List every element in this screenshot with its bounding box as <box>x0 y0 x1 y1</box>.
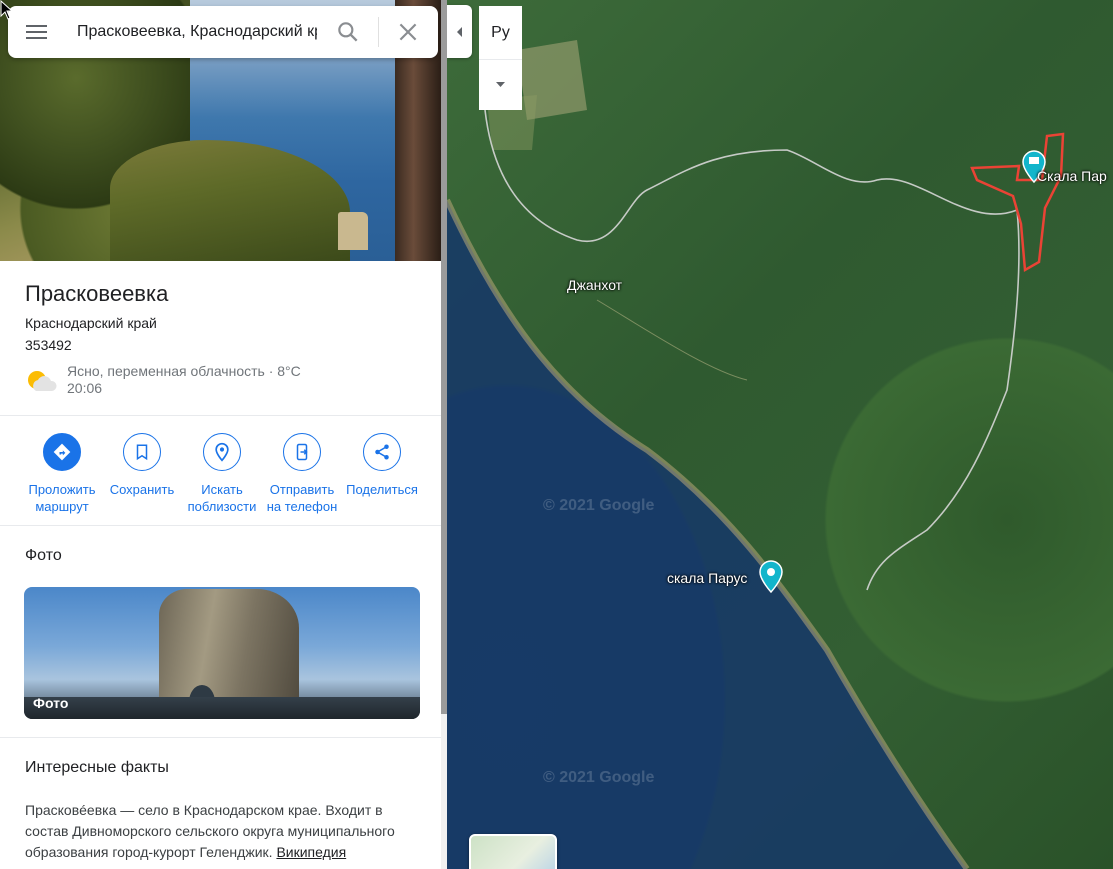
photos-title: Фото <box>25 547 62 564</box>
divider <box>0 525 441 526</box>
language-button[interactable]: Ру <box>479 6 522 59</box>
weather-condition: Ясно, переменная облачность · 8°C <box>67 363 301 379</box>
search-icon[interactable] <box>335 19 361 45</box>
map-label-poi[interactable]: скала Парус <box>667 570 747 586</box>
menu-icon[interactable] <box>25 21 49 43</box>
search-box <box>8 6 438 58</box>
weather-time: 20:06 <box>67 380 103 396</box>
layers-minimap[interactable] <box>469 834 557 869</box>
map-label-poi-2[interactable]: Скала Пар <box>1037 168 1107 184</box>
search-divider <box>378 17 379 47</box>
map-watermark: © 2021 Google <box>543 497 655 514</box>
place-postcode: 353492 <box>25 337 72 353</box>
map-canvas[interactable]: Джанхот скала Парус Скала Пар © 2021 Goo… <box>447 0 1113 869</box>
chevron-down-icon <box>496 82 505 87</box>
share-icon <box>375 444 389 460</box>
share-button[interactable]: Поделиться <box>342 433 422 498</box>
share-label: Поделиться <box>346 482 418 497</box>
divider <box>0 737 441 738</box>
photo-card-label: Фото <box>33 695 69 711</box>
map-label-village[interactable]: Джанхот <box>567 277 622 293</box>
send-to-phone-label: Отправить на телефон <box>266 482 338 514</box>
place-title: Прасковеевка <box>25 281 169 306</box>
mouse-cursor-icon <box>0 0 14 20</box>
chevron-left-icon <box>457 27 462 37</box>
weather-info: Ясно, переменная облачность · 8°C 20:06 <box>67 363 301 397</box>
collapse-panel-button[interactable] <box>447 5 472 58</box>
place-panel: Прасковеевка Краснодарский край 353492 Я… <box>0 0 441 869</box>
nearby-button[interactable]: Искать поблизости <box>182 433 262 515</box>
language-dropdown[interactable] <box>479 59 522 110</box>
directions-label: Проложить маршрут <box>28 482 96 514</box>
partly-cloudy-icon <box>24 367 58 393</box>
photo-card[interactable]: Фото <box>24 587 420 719</box>
save-label: Сохранить <box>109 482 175 497</box>
close-icon[interactable] <box>395 19 421 45</box>
locality-boundary <box>970 132 1065 273</box>
map-features <box>447 40 1065 869</box>
nearby-label: Искать поблизости <box>187 482 257 514</box>
facts-text: Прасковéевка — село в Краснодарском крае… <box>25 800 425 863</box>
map-watermark-2: © 2021 Google <box>543 769 655 786</box>
send-to-phone-icon <box>296 443 308 461</box>
search-input[interactable] <box>77 20 317 44</box>
action-bar: Проложить маршрут Сохранить Искать побли… <box>0 433 441 523</box>
bookmark-icon <box>136 444 148 461</box>
send-to-phone-button[interactable]: Отправить на телефон <box>262 433 342 515</box>
directions-button[interactable]: Проложить маршрут <box>22 433 102 515</box>
nearby-icon <box>215 442 229 462</box>
divider <box>0 415 441 416</box>
place-region: Краснодарский край <box>25 315 157 331</box>
save-button[interactable]: Сохранить <box>102 433 182 498</box>
directions-icon <box>53 443 71 461</box>
facts-title: Интересные факты <box>25 759 169 776</box>
wikipedia-link[interactable]: Википедия <box>276 844 346 860</box>
